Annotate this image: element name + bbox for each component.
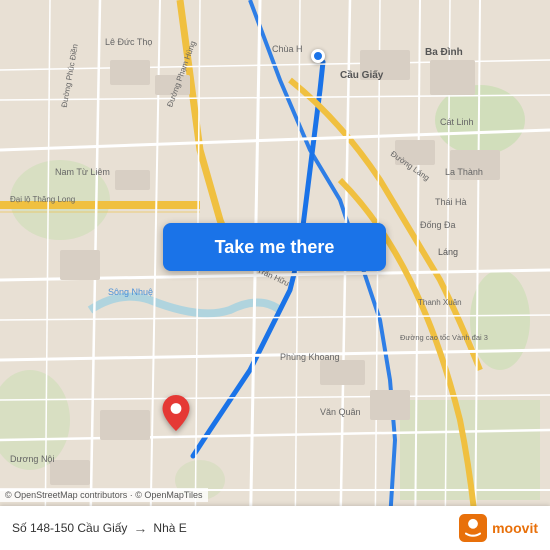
svg-text:Thái Hà: Thái Hà [435,197,467,207]
svg-text:Ba Đình: Ba Đình [425,47,463,58]
svg-text:Sông Nhuệ: Sông Nhuệ [108,287,153,297]
svg-text:Đường cao tốc Vành đai 3: Đường cao tốc Vành đai 3 [400,333,488,342]
svg-text:Đại lộ Thăng Long: Đại lộ Thăng Long [10,195,75,204]
svg-text:Đống Đa: Đống Đa [420,220,456,230]
svg-text:Cầu Giấy: Cầu Giấy [340,69,384,81]
svg-text:Cát Linh: Cát Linh [440,117,474,127]
route-to: Nhà E [153,521,186,535]
svg-text:Thanh Xuân: Thanh Xuân [418,298,462,307]
svg-text:Lê Đức Thọ: Lê Đức Thọ [105,37,152,47]
svg-text:Láng: Láng [438,247,458,257]
origin-marker [311,49,325,63]
take-me-there-button[interactable]: Take me there [163,223,386,271]
moovit-logo-icon [459,514,487,542]
svg-text:Phùng Khoang: Phùng Khoang [280,352,340,362]
svg-text:Nam Từ Liêm: Nam Từ Liêm [55,167,110,177]
svg-text:Dương Nội: Dương Nội [10,454,54,464]
svg-text:Văn Quân: Văn Quân [320,407,361,417]
destination-marker [161,395,191,436]
map-container: Lê Đức Thọ Đường Phạm Hùng Chùa H Cầu Gi… [0,0,550,550]
moovit-logo: moovit [459,514,538,542]
svg-text:Chùa H: Chùa H [272,44,303,54]
route-from: Số 148-150 Cầu Giấy [12,521,127,535]
moovit-text: moovit [492,520,538,536]
svg-text:La Thành: La Thành [445,167,483,177]
map-attribution: © OpenStreetMap contributors · © OpenMap… [0,488,208,502]
bottom-bar: Số 148-150 Cầu Giấy → Nhà E moovit [0,506,550,550]
route-arrow: → [133,520,147,536]
